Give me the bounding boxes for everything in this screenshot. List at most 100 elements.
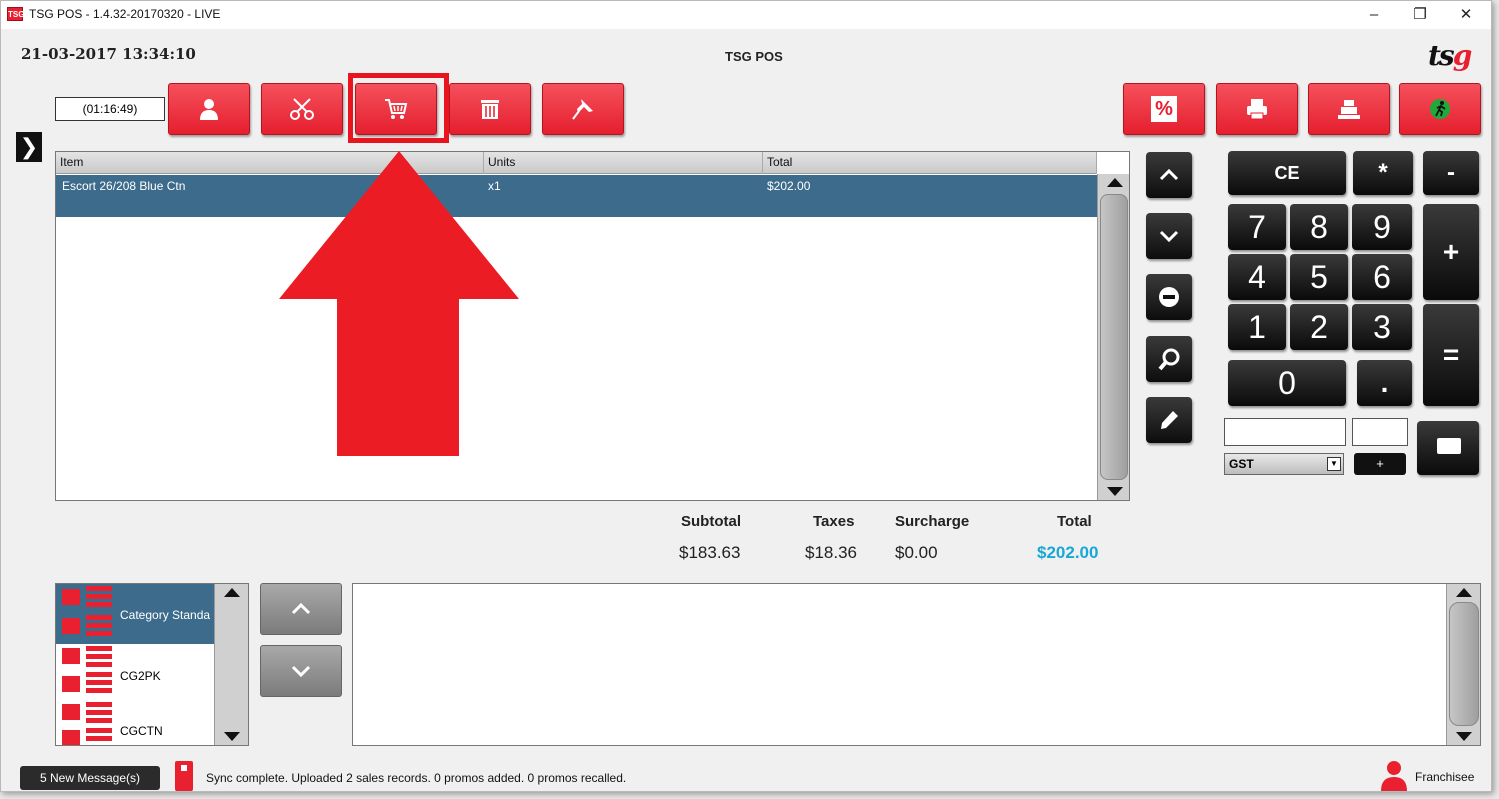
minimize-button[interactable]: –: [1351, 1, 1397, 29]
column-header-units[interactable]: Units: [484, 152, 763, 174]
key-1[interactable]: 1: [1228, 304, 1286, 350]
key-3[interactable]: 3: [1352, 304, 1412, 350]
list-item[interactable]: CG2PK: [56, 644, 216, 704]
multiply-key[interactable]: *: [1353, 151, 1413, 195]
datetime: 21-03-2017 13:34:10: [21, 45, 196, 63]
app-icon: TSG: [7, 7, 24, 21]
key-6[interactable]: 6: [1352, 254, 1412, 300]
keyboard-button[interactable]: [1417, 421, 1479, 475]
highlight-box: [348, 73, 449, 143]
scroll-up-icon[interactable]: [1107, 178, 1123, 187]
scroll-down-icon[interactable]: [1456, 732, 1472, 741]
move-up-button[interactable]: [1146, 152, 1192, 198]
sync-icon: [175, 761, 193, 791]
add-tax-button[interactable]: +: [1354, 453, 1406, 475]
category-up-button[interactable]: [260, 583, 342, 635]
user-icon: [1381, 761, 1407, 791]
cash-drawer-button[interactable]: [1308, 83, 1390, 135]
remove-item-button[interactable]: [1146, 274, 1192, 320]
sidebar-toggle[interactable]: ❯: [16, 132, 42, 162]
plus-key[interactable]: +: [1423, 204, 1479, 300]
sale-grid: Item Units Total Escort 26/208 Blue Ctn …: [55, 151, 1130, 501]
scroll-up-icon[interactable]: [224, 588, 240, 597]
ce-key[interactable]: CE: [1228, 151, 1346, 195]
minus-circle-icon: [1159, 287, 1179, 307]
pencil-icon: [1161, 411, 1178, 429]
logo-text-b: g: [1452, 39, 1473, 72]
tax-select[interactable]: GST ▼: [1224, 453, 1344, 475]
key-0[interactable]: 0: [1228, 360, 1346, 406]
user-role: Franchisee: [1415, 770, 1475, 784]
column-header-total[interactable]: Total: [763, 152, 1097, 174]
search-icon: [1158, 348, 1180, 371]
key-9[interactable]: 9: [1352, 204, 1412, 250]
customer-button[interactable]: [168, 83, 250, 135]
scissors-icon: [290, 98, 314, 120]
dropdown-arrow-icon: ▼: [1327, 457, 1341, 471]
grid-scrollbar[interactable]: [1097, 174, 1129, 500]
trash-icon: [481, 100, 499, 119]
list-item[interactable]: CGCTN: [56, 702, 216, 745]
status-text: Sync complete. Uploaded 2 sales records.…: [206, 771, 627, 785]
equals-key[interactable]: =: [1423, 304, 1479, 406]
delete-button[interactable]: [449, 83, 531, 135]
user-icon: [200, 99, 218, 120]
edit-button[interactable]: [1146, 397, 1192, 443]
cell-item: Escort 26/208 Blue Ctn: [62, 179, 186, 193]
table-row[interactable]: Escort 26/208 Blue Ctn x1 $202.00: [56, 175, 1097, 217]
list-item[interactable]: Category Standa: [56, 584, 216, 644]
surcharge-value: $0.00: [895, 543, 938, 562]
subtotal-label: Subtotal: [681, 513, 741, 530]
chevron-down-icon: [1159, 230, 1179, 243]
key-4[interactable]: 4: [1228, 254, 1286, 300]
decimal-key[interactable]: .: [1357, 360, 1412, 406]
cut-button[interactable]: [261, 83, 343, 135]
scroll-down-icon[interactable]: [224, 732, 240, 741]
window-title: TSG POS - 1.4.32-20170320 - LIVE: [29, 7, 221, 21]
percent-icon: %: [1151, 96, 1177, 122]
messages-button[interactable]: 5 New Message(s): [20, 766, 160, 790]
key-2[interactable]: 2: [1290, 304, 1348, 350]
chevron-down-icon: [291, 665, 311, 678]
minus-key[interactable]: -: [1423, 151, 1479, 195]
page-title: TSG POS: [725, 49, 783, 64]
category-label: CGCTN: [120, 724, 163, 738]
chevron-up-icon: [1159, 168, 1179, 181]
logo-text-a: ts: [1428, 39, 1455, 72]
scroll-thumb[interactable]: [1449, 602, 1479, 726]
category-down-button[interactable]: [260, 645, 342, 697]
print-button[interactable]: [1216, 83, 1298, 135]
taxes-label: Taxes: [813, 513, 855, 530]
discount-button[interactable]: %: [1123, 83, 1205, 135]
title-bar: TSG TSG POS - 1.4.32-20170320 - LIVE – ❐…: [1, 1, 1491, 29]
move-down-button[interactable]: [1146, 213, 1192, 259]
search-button[interactable]: [1146, 336, 1192, 382]
exit-icon: [1430, 99, 1450, 119]
key-7[interactable]: 7: [1228, 204, 1286, 250]
total-value: $202.00: [1037, 543, 1099, 562]
scroll-up-icon[interactable]: [1456, 588, 1472, 597]
grid-header: Item Units Total: [56, 152, 1097, 174]
pin-button[interactable]: [542, 83, 624, 135]
arrow-up-icon: [279, 151, 519, 456]
tsg-logo: tsg: [1428, 39, 1473, 72]
amount-input[interactable]: [1224, 418, 1346, 446]
scroll-thumb[interactable]: [1100, 194, 1128, 480]
key-8[interactable]: 8: [1290, 204, 1348, 250]
quantity-input[interactable]: [1352, 418, 1408, 446]
printer-icon: [1247, 99, 1267, 120]
key-5[interactable]: 5: [1290, 254, 1348, 300]
close-button[interactable]: ✕: [1443, 1, 1489, 29]
chevron-up-icon: [291, 602, 311, 615]
scroll-down-icon[interactable]: [1107, 487, 1123, 496]
taxes-value: $18.36: [805, 543, 857, 562]
product-panel: [352, 583, 1481, 746]
category-scrollbar[interactable]: [214, 584, 248, 745]
cell-total: $202.00: [767, 179, 811, 193]
cash-register-icon: [1338, 100, 1360, 119]
pos-window: TSG TSG POS - 1.4.32-20170320 - LIVE – ❐…: [0, 0, 1492, 792]
product-scrollbar[interactable]: [1446, 584, 1480, 745]
restore-button[interactable]: ❐: [1397, 1, 1443, 29]
exit-button[interactable]: [1399, 83, 1481, 135]
total-label: Total: [1057, 513, 1092, 530]
